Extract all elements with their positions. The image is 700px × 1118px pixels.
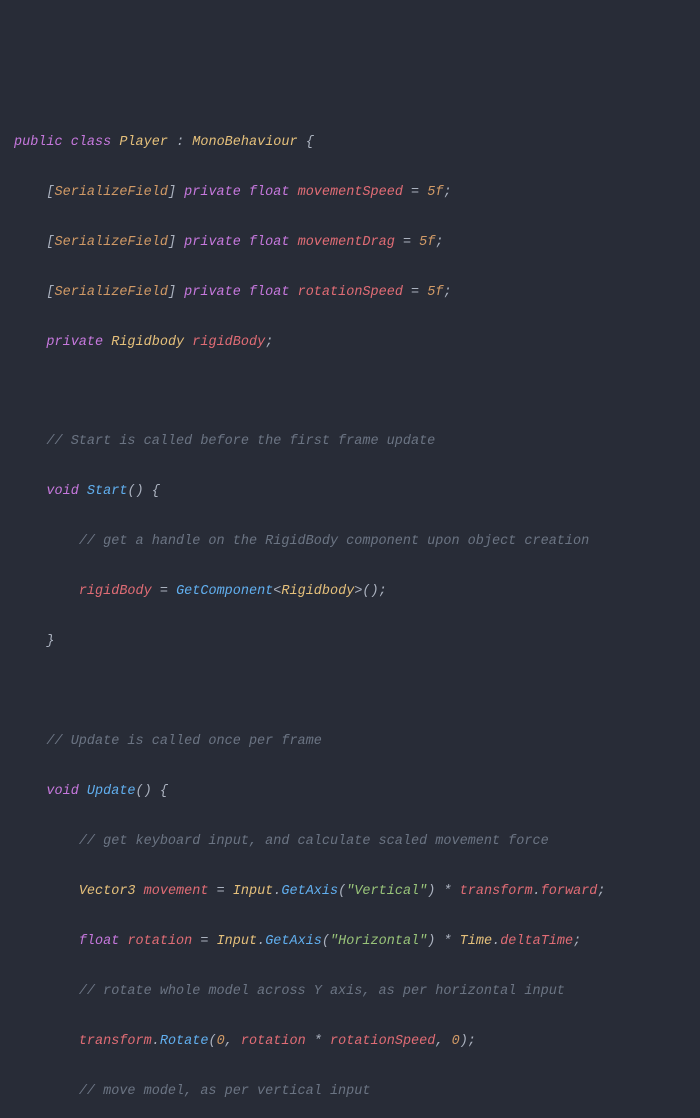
field-movementSpeed: movementSpeed (298, 185, 403, 200)
base-class: MonoBehaviour (192, 135, 297, 150)
type-float: float (249, 185, 290, 200)
string-literal: "Vertical" (346, 884, 427, 899)
code-block: public class Player : MonoBehaviour { [S… (14, 131, 686, 1118)
attribute: SerializeField (55, 285, 168, 300)
literal: 0 (452, 1034, 460, 1049)
ref-transform: transform (79, 1034, 152, 1049)
literal: 5f (427, 185, 443, 200)
code-line: // get keyboard input, and calculate sca… (14, 830, 686, 855)
code-line: [SerializeField] private float movementS… (14, 181, 686, 206)
code-line: // Start is called before the first fram… (14, 430, 686, 455)
keyword-private: private (184, 185, 241, 200)
keyword-void: void (46, 784, 78, 799)
keyword-private: private (46, 335, 103, 350)
code-line: Vector3 movement = Input.GetAxis("Vertic… (14, 880, 686, 905)
comment: // get a handle on the RigidBody compone… (79, 534, 589, 549)
code-line: [SerializeField] private float rotationS… (14, 281, 686, 306)
fn-getcomponent: GetComponent (176, 584, 273, 599)
type-float: float (249, 235, 290, 250)
code-line: transform.Rotate(0, rotation * rotationS… (14, 1030, 686, 1055)
comment: // move model, as per vertical input (79, 1084, 371, 1099)
ref-rigidBody: rigidBody (79, 584, 152, 599)
literal: 0 (217, 1034, 225, 1049)
fn-getaxis: GetAxis (281, 884, 338, 899)
var-rotation: rotation (241, 1034, 306, 1049)
code-line: void Update() { (14, 780, 686, 805)
code-line: // rotate whole model across Y axis, as … (14, 980, 686, 1005)
type-float: float (79, 934, 120, 949)
keyword-private: private (184, 235, 241, 250)
comment: // Update is called once per frame (46, 734, 321, 749)
comment: // Start is called before the first fram… (46, 434, 435, 449)
keyword-public: public (14, 135, 63, 150)
keyword-private: private (184, 285, 241, 300)
code-line: void Start() { (14, 480, 686, 505)
attribute: SerializeField (55, 235, 168, 250)
code-line: private Rigidbody rigidBody; (14, 331, 686, 356)
class-name: Player (119, 135, 168, 150)
method-start: Start (87, 484, 128, 499)
field-rotationSpeed: rotationSpeed (298, 285, 403, 300)
literal: 5f (427, 285, 443, 300)
keyword-void: void (46, 484, 78, 499)
blank-line (14, 680, 686, 705)
comment: // get keyboard input, and calculate sca… (79, 834, 549, 849)
method-update: Update (87, 784, 136, 799)
var-movement: movement (144, 884, 209, 899)
var-rotation: rotation (127, 934, 192, 949)
code-line: [SerializeField] private float movementD… (14, 231, 686, 256)
type-float: float (249, 285, 290, 300)
prop-deltatime: deltaTime (500, 934, 573, 949)
field-movementDrag: movementDrag (298, 235, 395, 250)
code-line: float rotation = Input.GetAxis("Horizont… (14, 930, 686, 955)
fn-getaxis: GetAxis (265, 934, 322, 949)
fn-rotate: Rotate (160, 1034, 209, 1049)
code-line: // get a handle on the RigidBody compone… (14, 530, 686, 555)
ref-transform: transform (460, 884, 533, 899)
prop-forward: forward (541, 884, 598, 899)
attribute: SerializeField (55, 185, 168, 200)
ref-rotationSpeed: rotationSpeed (330, 1034, 435, 1049)
comment: // rotate whole model across Y axis, as … (79, 984, 565, 999)
code-line: } (14, 630, 686, 655)
field-rigidBody: rigidBody (192, 335, 265, 350)
code-line: public class Player : MonoBehaviour { (14, 131, 686, 156)
class-input: Input (233, 884, 274, 899)
class-time: Time (460, 934, 492, 949)
code-line: // move model, as per vertical input (14, 1080, 686, 1105)
type-vector3: Vector3 (79, 884, 136, 899)
code-line: rigidBody = GetComponent<Rigidbody>(); (14, 580, 686, 605)
code-line: // Update is called once per frame (14, 730, 686, 755)
generic-type: Rigidbody (281, 584, 354, 599)
class-input: Input (217, 934, 258, 949)
keyword-class: class (71, 135, 112, 150)
string-literal: "Horizontal" (330, 934, 427, 949)
type-rigidbody: Rigidbody (111, 335, 184, 350)
blank-line (14, 381, 686, 406)
literal: 5f (419, 235, 435, 250)
